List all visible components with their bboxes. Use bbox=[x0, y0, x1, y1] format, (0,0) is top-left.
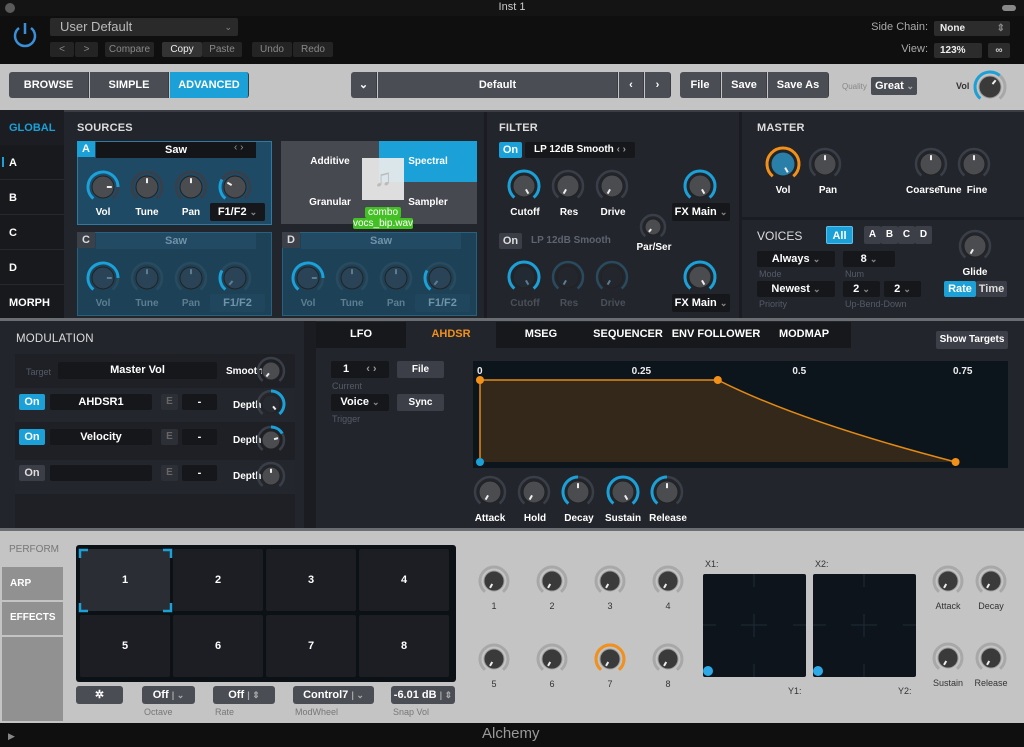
master-vol-knob[interactable] bbox=[765, 146, 801, 178]
mod-row2-depth-knob[interactable] bbox=[256, 425, 286, 451]
master-volume-knob[interactable] bbox=[973, 70, 1007, 100]
perform-knob-6[interactable] bbox=[536, 643, 568, 671]
master-coarse-tune-knob[interactable] bbox=[914, 147, 948, 177]
perform-decay-knob[interactable] bbox=[975, 565, 1007, 593]
source-c-vol-knob[interactable] bbox=[86, 261, 120, 291]
attack-knob[interactable] bbox=[473, 475, 507, 505]
glide-knob[interactable] bbox=[958, 229, 992, 259]
perform-knob-5[interactable] bbox=[478, 643, 510, 671]
filter2-res-knob[interactable] bbox=[551, 260, 585, 290]
filter1-cutoff-knob[interactable] bbox=[507, 169, 541, 199]
filter1-fx-knob[interactable] bbox=[683, 169, 717, 199]
source-d-filter-mix-knob[interactable] bbox=[423, 261, 457, 291]
master-pan-knob[interactable] bbox=[808, 147, 842, 177]
perform-sustain-knob[interactable] bbox=[932, 642, 964, 670]
filter2-cutoff-knob[interactable] bbox=[507, 260, 541, 290]
perform-knob-3[interactable] bbox=[594, 565, 626, 593]
sustain-knob[interactable] bbox=[606, 475, 640, 505]
smooth-knob[interactable] bbox=[256, 356, 286, 382]
filter1-drive-knob[interactable] bbox=[595, 169, 629, 199]
perform-knob-7[interactable] bbox=[594, 643, 626, 671]
source-d-pan-knob[interactable] bbox=[379, 261, 413, 291]
mod-row1-depth-knob[interactable] bbox=[256, 389, 286, 416]
knob-layer bbox=[86, 70, 1007, 671]
perform-knob-4[interactable] bbox=[652, 565, 684, 593]
source-a-pan-knob[interactable] bbox=[174, 170, 208, 200]
filter2-fx-knob[interactable] bbox=[683, 260, 717, 290]
source-d-tune-knob[interactable] bbox=[335, 261, 369, 291]
source-a-tune-knob[interactable] bbox=[130, 170, 164, 200]
perform-release-knob[interactable] bbox=[975, 642, 1007, 670]
perform-attack-knob[interactable] bbox=[932, 565, 964, 593]
source-c-tune-knob[interactable] bbox=[130, 261, 164, 291]
filter2-drive-knob[interactable] bbox=[595, 260, 629, 290]
source-c-filter-mix-knob[interactable] bbox=[218, 261, 252, 291]
source-c-pan-knob[interactable] bbox=[174, 261, 208, 291]
release-knob[interactable] bbox=[650, 475, 684, 505]
source-a-vol-knob[interactable] bbox=[86, 170, 120, 200]
perform-knob-1[interactable] bbox=[478, 565, 510, 593]
source-d-vol-knob[interactable] bbox=[291, 261, 325, 291]
filter1-res-knob[interactable] bbox=[551, 169, 585, 199]
hold-knob[interactable] bbox=[517, 475, 551, 505]
perform-knob-8[interactable] bbox=[652, 643, 684, 671]
perform-knob-2[interactable] bbox=[536, 565, 568, 593]
decay-knob[interactable] bbox=[561, 475, 595, 505]
source-a-filter-mix-knob[interactable] bbox=[218, 170, 252, 200]
filter-par-ser-knob[interactable] bbox=[639, 213, 667, 238]
mod-row3-depth-knob[interactable] bbox=[256, 461, 286, 487]
master-fine-tune-knob[interactable] bbox=[957, 147, 991, 177]
